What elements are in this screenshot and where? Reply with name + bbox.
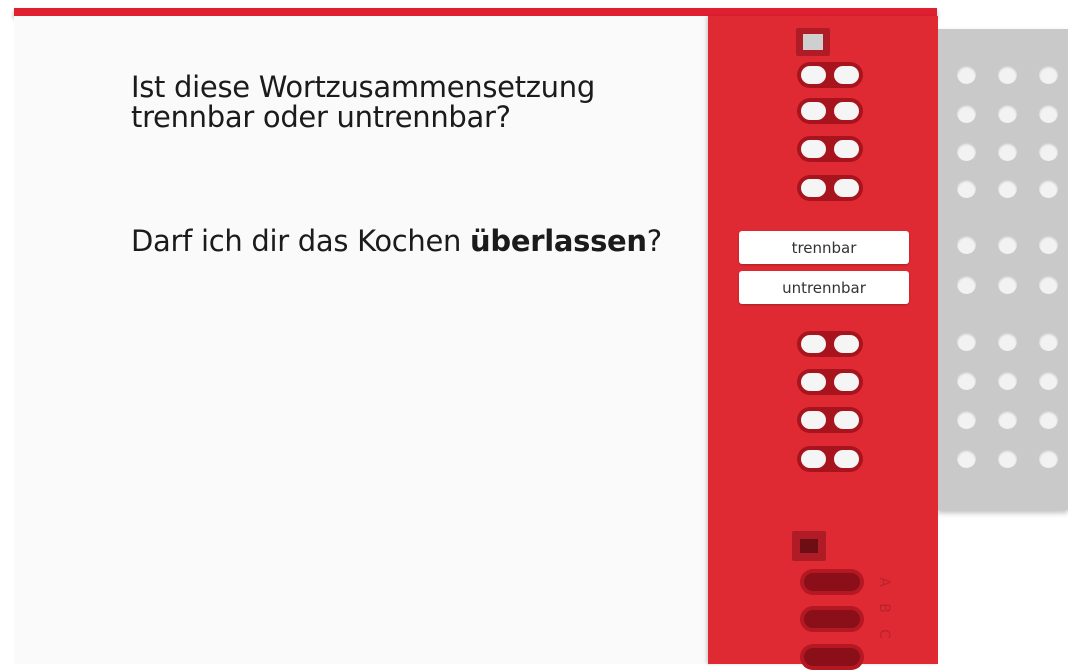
answer-strip: A B C [708, 16, 938, 670]
hole-dot [1039, 275, 1058, 294]
hole-dot [957, 235, 976, 254]
hole-dot [957, 104, 976, 123]
strip-slot [797, 98, 863, 124]
hole-dot [957, 275, 976, 294]
hole-row [957, 179, 1068, 199]
hole-dot [998, 332, 1017, 351]
hole-dot [998, 104, 1017, 123]
slot-hole [801, 66, 826, 84]
strip-slot [797, 136, 863, 162]
perforated-board [937, 29, 1068, 510]
hole-row [957, 371, 1068, 391]
hole-dot [957, 65, 976, 84]
strip-letters: A B C [874, 569, 894, 647]
hole-dot [998, 235, 1017, 254]
hole-row [957, 142, 1068, 162]
slot-hole [834, 450, 859, 468]
strip-slot [797, 62, 863, 88]
question-card: Ist diese Wortzusammensetzung trennbar o… [14, 16, 708, 664]
slot-hole [801, 140, 826, 158]
hole-dot [998, 142, 1017, 161]
hole-dot [1039, 65, 1058, 84]
question-sentence: Darf ich dir das Kochen überlassen? [131, 224, 711, 258]
hole-dot [998, 179, 1017, 198]
slot-hole [801, 373, 826, 391]
hole-dot [1039, 104, 1058, 123]
slot-hole [834, 102, 859, 120]
hole-dot [1039, 410, 1058, 429]
strip-slot [797, 369, 863, 395]
strip-letter: B [876, 603, 892, 613]
hole-dot [1039, 179, 1058, 198]
hole-dot [957, 371, 976, 390]
hole-row [957, 104, 1068, 124]
slot-hole [801, 411, 826, 429]
sentence-end: ? [646, 224, 662, 258]
slot-hole [834, 66, 859, 84]
slot-hole [834, 335, 859, 353]
hole-dot [998, 410, 1017, 429]
highlighted-word: überlassen [470, 224, 647, 258]
strip-window-top [796, 28, 830, 56]
hole-dot [957, 449, 976, 468]
slot-hole [834, 179, 859, 197]
slot-hole [801, 179, 826, 197]
slot-hole [834, 373, 859, 391]
strip-letter: A [876, 577, 892, 587]
hole-dot [957, 142, 976, 161]
slot-hole [801, 102, 826, 120]
strip-slot [797, 446, 863, 472]
hole-dot [1039, 142, 1058, 161]
hole-dot [998, 449, 1017, 468]
hole-row [957, 332, 1068, 352]
slot-hole [801, 335, 826, 353]
strip-letter: C [876, 629, 892, 639]
hole-dot [1039, 235, 1058, 254]
slot-hole [834, 411, 859, 429]
hole-row [957, 410, 1068, 430]
hole-dot [957, 179, 976, 198]
hole-row [957, 235, 1068, 255]
hole-dot [957, 332, 976, 351]
strip-slot [797, 331, 863, 357]
strip-slot-dark [800, 606, 864, 632]
strip-slot-dark [800, 644, 864, 670]
slot-hole [801, 450, 826, 468]
answer-button-untrennbar[interactable]: untrennbar [739, 271, 909, 304]
top-border [14, 8, 937, 16]
strip-slot [797, 407, 863, 433]
answer-button-trennbar[interactable]: trennbar [739, 231, 909, 264]
strip-slot-dark [800, 569, 864, 595]
hole-dot [1039, 371, 1058, 390]
hole-dot [1039, 332, 1058, 351]
strip-window-bottom [792, 531, 826, 561]
hole-dot [957, 410, 976, 429]
hole-dot [998, 65, 1017, 84]
hole-row [957, 65, 1068, 85]
hole-row [957, 449, 1068, 469]
slot-hole [834, 140, 859, 158]
question-prompt: Ist diese Wortzusammensetzung trennbar o… [131, 70, 595, 134]
hole-dot [998, 275, 1017, 294]
hole-dot [1039, 449, 1058, 468]
strip-slot [797, 175, 863, 201]
hole-row [957, 275, 1068, 295]
sentence-start: Darf ich dir das Kochen [131, 224, 471, 258]
hole-dot [998, 371, 1017, 390]
